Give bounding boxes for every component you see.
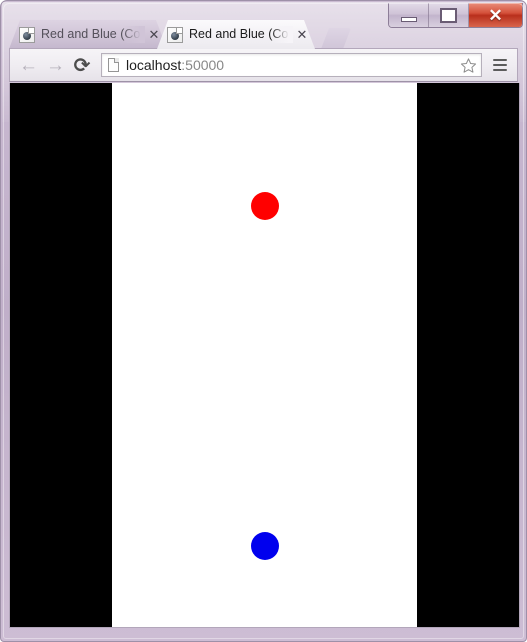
tab-title: Red and Blue (Co: [189, 26, 293, 43]
back-button[interactable]: ←: [15, 52, 42, 78]
tab-content: Red and Blue (Co ✕: [167, 26, 309, 43]
page-favicon-icon: [19, 26, 35, 43]
close-button[interactable]: ✕: [469, 3, 522, 27]
browser-tab-2[interactable]: Red and Blue (Co ✕: [157, 20, 315, 49]
new-tab-button[interactable]: [321, 28, 351, 49]
menu-line: [493, 69, 507, 71]
menu-line: [493, 64, 507, 66]
reload-icon: ⟳: [73, 53, 91, 77]
tab-title: Red and Blue (Co: [41, 26, 145, 43]
browser-tab-1[interactable]: Red and Blue (Co ✕: [9, 20, 167, 49]
url-host: localhost: [126, 57, 182, 73]
menu-button[interactable]: [488, 53, 512, 77]
forward-arrow-icon: →: [46, 54, 65, 76]
tab-content: Red and Blue (Co ✕: [19, 26, 161, 43]
red-ball: [251, 192, 279, 220]
reload-button[interactable]: ⟳: [69, 52, 95, 78]
page-viewport: [9, 83, 520, 628]
back-arrow-icon: ←: [19, 54, 38, 76]
address-bar[interactable]: localhost:50000: [101, 53, 482, 77]
browser-toolbar: ← → ⟳ localhost:50000: [9, 48, 518, 82]
browser-window: Red and Blue (Co ✕ Red and Blue (Co ✕ ✕: [0, 0, 527, 642]
tab-close-icon[interactable]: ✕: [295, 28, 309, 42]
url-port: :50000: [181, 57, 225, 73]
menu-line: [493, 59, 507, 61]
maximize-icon: [440, 7, 457, 23]
page-document-icon: [108, 58, 119, 72]
tab-strip: Red and Blue (Co ✕ Red and Blue (Co ✕: [9, 19, 351, 49]
close-icon: ✕: [488, 5, 503, 25]
forward-button[interactable]: →: [42, 52, 69, 78]
bookmark-star-icon[interactable]: [460, 57, 477, 74]
game-stage: [10, 83, 519, 627]
maximize-button[interactable]: [429, 3, 469, 27]
window-controls: ✕: [388, 3, 523, 28]
url-text: localhost:50000: [126, 56, 456, 74]
blue-ball: [251, 532, 279, 560]
page-favicon-icon: [167, 26, 183, 43]
minimize-icon: [400, 16, 417, 22]
minimize-button[interactable]: [389, 3, 429, 27]
